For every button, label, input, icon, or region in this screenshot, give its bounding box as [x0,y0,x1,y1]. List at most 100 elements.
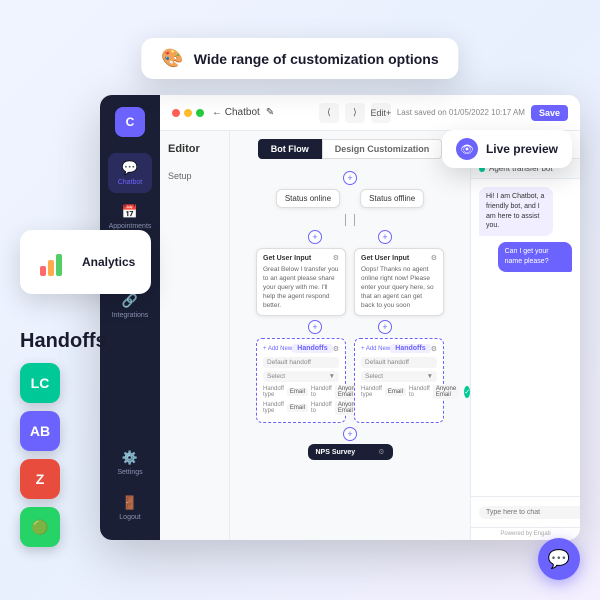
root-plus-button[interactable]: + [343,171,357,185]
tab-design[interactable]: Design Customization [322,139,443,159]
handoff-type-row-1b: Handoff type Email Handoff to Anyone Ema… [263,401,339,415]
editor-setup-item[interactable]: Setup [168,167,221,185]
handoff-gear-1[interactable]: ⚙ [333,345,339,353]
select-placeholder-1: Select [267,373,285,380]
sidebar-logo: C [115,107,145,137]
handoff-icon-lc: LC [20,363,60,403]
dot-minimize [184,109,192,117]
tooltip-text: Wide range of customization options [194,51,439,67]
edit-icon[interactable]: ✎ [266,107,274,118]
main-container: 🎨 Wide range of customization options 👁 … [0,0,600,600]
settings-icon: ⚙️ [121,449,139,467]
flow-area: Bot Flow Design Customization + Status o… [230,131,470,540]
input-text-1: Great Below I transfer you to an agent p… [263,265,339,310]
handoff-type-row-1: Handoff type Email Handoff to Anyone Ema… [263,385,339,399]
status-offline-node: Status offline [360,189,424,208]
handoff-icon-w: 🟢 [20,507,60,547]
handoff-icon-ab: AB [20,411,60,451]
handoff-to-label-1: Handoff to [311,386,332,398]
live-preview-badge: 👁 Live preview [442,130,572,168]
undo-button[interactable]: ⟨ [319,103,339,123]
handoff-label-2: Handoffs [390,344,430,353]
bar-1 [40,266,46,276]
editor-area: Editor Setup Bot Flow Design Customizati… [160,131,580,540]
plus-right-1[interactable]: + [378,230,392,244]
sidebar-logout-label: Logout [119,514,140,522]
default-label-2: Default handoff [365,359,409,366]
handoff-add-1[interactable]: + Add New [263,346,292,352]
appointments-icon: 📅 [121,203,139,221]
handoff-to-select-2[interactable]: Anyone Email [433,385,459,399]
handoffs-icons: LC AB Z 🟢 [20,363,107,547]
input-node-1: Get User Input ⚙ Great Below I transfer … [256,248,346,316]
input-text-2: Oops! Thanks no agent online right now! … [361,265,437,310]
input-gear-2[interactable]: ⚙ [431,254,437,262]
sidebar-item-chatbot[interactable]: 💬 Chatbot [108,153,152,193]
preview-chat: Hi! I am Chatbot, a friendly bot, and I … [471,179,580,496]
window-dots [172,109,204,117]
handoff-gear-2[interactable]: ⚙ [431,345,437,353]
plus-bottom[interactable]: + [343,427,357,441]
input-title-1: Get User Input [263,255,311,262]
handoff-to-label-1b: Handoff to [311,402,332,414]
redo-button[interactable]: ⟩ [345,103,365,123]
handoff-type-select-2[interactable]: Email [385,388,406,396]
sidebar-integrations-label: Integrations [112,312,149,320]
save-button[interactable]: Save [531,105,568,121]
handoff-select-1[interactable]: Select ▼ [263,371,339,382]
sidebar-item-settings[interactable]: ⚙️ Settings [108,443,152,483]
handoff-node-2: + Add New Handoffs ⚙ Default handoff Sel… [354,338,444,423]
back-arrow[interactable]: ← Chatbot [212,107,260,118]
handoff-default-1: Default handoff [263,357,339,368]
nps-title: NPS Survey [316,449,356,456]
plus-left-1[interactable]: + [308,230,322,244]
tab-bot-flow[interactable]: Bot Flow [258,139,322,159]
analytics-icon [36,244,72,280]
input-gear-1[interactable]: ⚙ [333,254,339,262]
select-arrow-2: ▼ [427,373,433,380]
sidebar: C 💬 Chatbot 📅 Appointments 📊 Analytics 🔗… [100,95,160,540]
bar-3 [56,254,62,276]
plus-row-3: + [238,427,462,441]
nps-row: NPS Survey ⚙ [238,444,462,460]
live-preview-label: Live preview [486,142,558,156]
save-status: Last saved on 01/05/2022 10:17 AM [397,108,525,117]
dot-close [172,109,180,117]
plus-left-2[interactable]: + [308,320,322,334]
input-node-2: Get User Input ⚙ Oops! Thanks no agent o… [354,248,444,316]
nps-gear[interactable]: ⚙ [378,448,384,456]
handoff-type-label-2: Handoff type [361,386,382,398]
preview-chat-input[interactable] [479,506,580,519]
editor-title: Editor [168,143,221,155]
topbar: ← Chatbot ✎ ⟨ ⟩ Edit+ Last saved on 01/0… [160,95,580,131]
handoff-header-1: + Add New Handoffs ⚙ [263,344,339,353]
tooltip-banner: 🎨 Wide range of customization options [141,38,458,79]
handoff-node-1: + Add New Handoffs ⚙ Default handoff Sel… [256,338,346,423]
connector-left-1 [345,214,346,226]
flow-check-2: ✓ [464,386,470,398]
handoff-select-2[interactable]: Select ▼ [361,371,437,382]
plus-right-2[interactable]: + [378,320,392,334]
sidebar-bottom: ⚙️ Settings 🚪 Logout [108,443,152,528]
flow-diagram: + Status online Status offline [230,167,470,468]
breadcrumb: ← Chatbot ✎ [212,107,274,118]
handoff-type-row-2: Handoff type Email Handoff to Anyone Ema… [361,385,437,399]
scale-button[interactable]: Edit+ [371,103,391,123]
input-nodes-row: Get User Input ⚙ Great Below I transfer … [238,248,462,316]
editor-sidebar: Editor Setup [160,131,230,540]
analytics-card: Analytics [20,230,151,294]
float-chat-button[interactable]: 💬 [538,538,580,580]
sidebar-item-logout[interactable]: 🚪 Logout [108,488,152,528]
handoff-default-2: Default handoff [361,357,437,368]
handoff-type-select-1[interactable]: Email [287,388,308,396]
select-placeholder-2: Select [365,373,383,380]
handoff-add-2[interactable]: + Add New [361,346,390,352]
dot-maximize [196,109,204,117]
handoff-type-label-1: Handoff type [263,386,284,398]
status-connectors [238,214,462,230]
logout-icon: 🚪 [121,494,139,512]
handoff-type-select-1b[interactable]: Email [287,404,308,412]
status-row: Status online Status offline [238,189,462,208]
chatbot-icon: 💬 [121,159,139,177]
preview-input-bar: ▶ [471,496,580,527]
